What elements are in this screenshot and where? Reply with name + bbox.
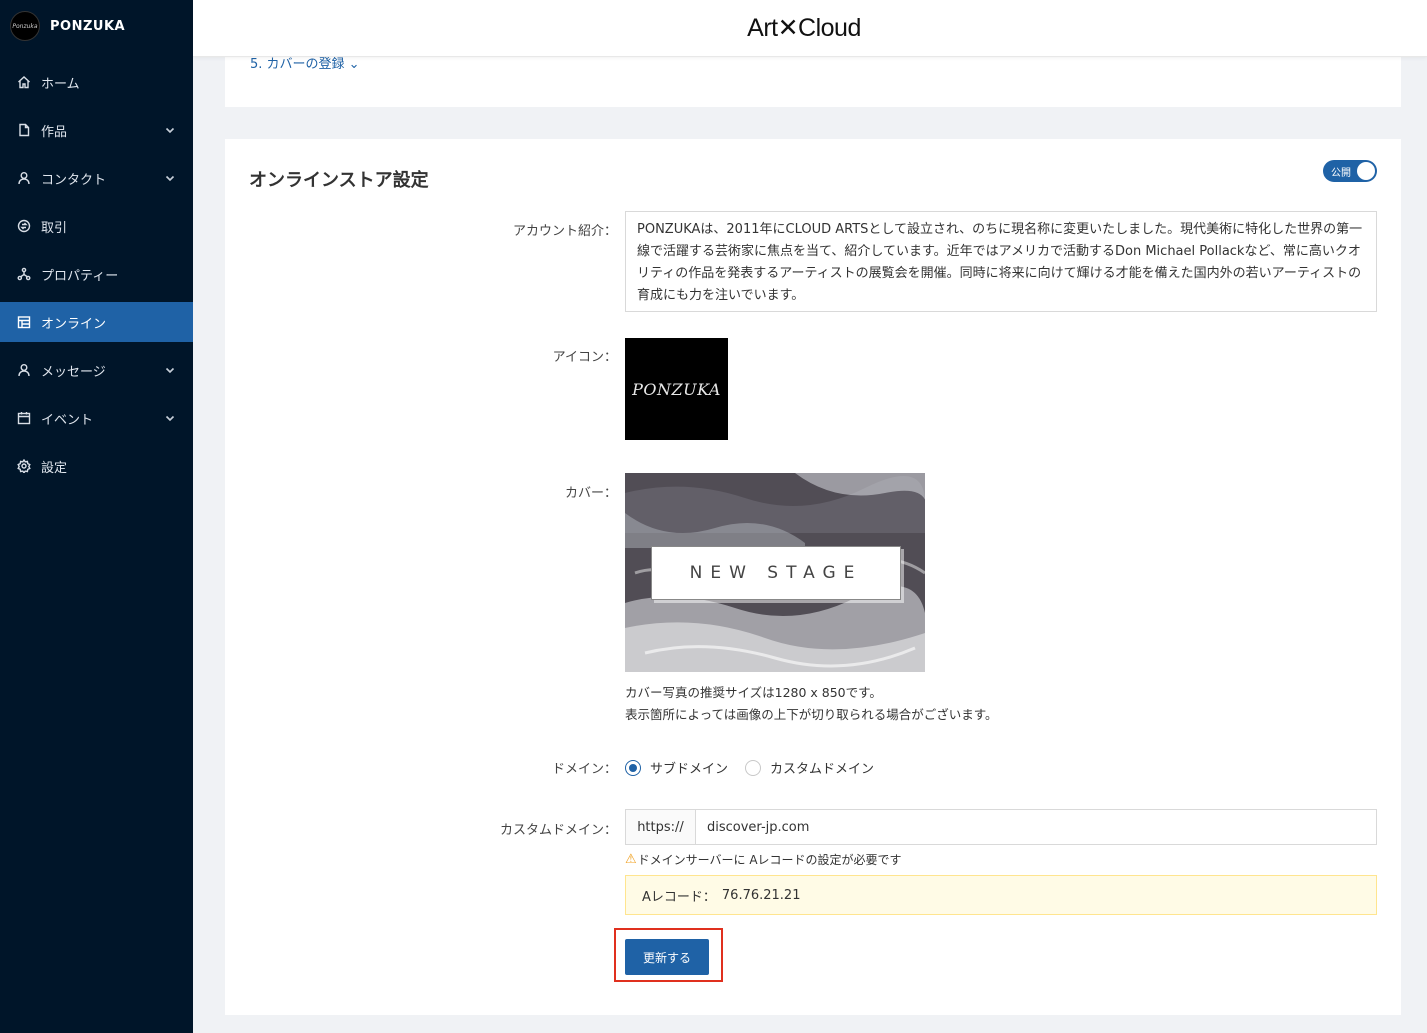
radio-label: サブドメイン (650, 762, 729, 777)
sidebar-item-messages[interactable]: メッセージ (0, 350, 193, 390)
sidebar-item-label: 設定 (41, 460, 68, 476)
store-icon (17, 315, 31, 329)
site-logo[interactable]: Art✕Cloud (747, 13, 861, 43)
gear-icon (17, 459, 31, 473)
previous-section-card: 5. カバーの登録 ⌄ (225, 57, 1401, 107)
home-icon (17, 75, 31, 89)
sidebar-item-label: コンタクト (41, 172, 107, 188)
sidebar-item-events[interactable]: イベント (0, 398, 193, 438)
radio-custom-domain[interactable]: カスタムドメイン (745, 758, 874, 777)
sidebar-item-transactions[interactable]: 取引 (0, 206, 193, 246)
cover-label: カバー： (564, 486, 617, 501)
page-title: オンラインストア設定 (249, 170, 429, 191)
sidebar-item-label: メッセージ (41, 364, 106, 380)
file-icon (17, 123, 31, 137)
domain-warning: ⚠ ドメインサーバーに Aレコードの設定が必要です (625, 851, 902, 868)
brand-logo: Ponzuka (10, 11, 40, 41)
sidebar-item-home[interactable]: ホーム (0, 62, 193, 102)
sidebar-item-label: プロパティー (41, 268, 119, 284)
domain-label: ドメイン： (551, 762, 617, 777)
cover-image[interactable]: NEW STAGE (625, 473, 925, 672)
sidebar-item-label: オンライン (41, 316, 107, 332)
chevron-down-icon (165, 364, 175, 374)
warning-text: ドメインサーバーに Aレコードの設定が必要です (637, 853, 902, 867)
calendar-icon (17, 411, 31, 425)
sidebar-item-label: ホーム (41, 76, 80, 92)
radio-label: カスタムドメイン (770, 762, 875, 777)
toggle-knob (1357, 162, 1375, 180)
brand-name: PONZUKA (50, 18, 126, 34)
sidebar-item-settings[interactable]: 設定 (0, 446, 193, 486)
publish-toggle-label: 公開 (1331, 168, 1351, 179)
brand[interactable]: Ponzuka PONZUKA (0, 0, 193, 52)
radio-subdomain[interactable]: サブドメイン (625, 758, 728, 777)
transaction-icon (17, 219, 31, 233)
a-record-label: Aレコード： (642, 889, 716, 905)
chevron-down-icon (165, 412, 175, 422)
warning-icon: ⚠ (625, 852, 637, 867)
sidebar-item-label: 取引 (41, 220, 68, 236)
sidebar-item-label: 作品 (41, 124, 68, 140)
chevron-down-icon (165, 124, 175, 134)
icon-image-text: PONZUKA (632, 379, 721, 399)
sidebar-item-works[interactable]: 作品 (0, 110, 193, 150)
a-record-value: 76.76.21.21 (721, 887, 801, 903)
sidebar: Ponzuka PONZUKA ホーム 作品 コンタクト 取引 プロパティー オ… (0, 0, 193, 1033)
radio-button[interactable] (625, 759, 641, 776)
publish-toggle[interactable]: 公開 (1323, 160, 1377, 182)
domain-radio-group: サブドメイン カスタムドメイン (625, 758, 891, 777)
sidebar-item-label: イベント (41, 412, 94, 428)
radio-button[interactable] (745, 759, 762, 776)
user-icon (17, 171, 31, 185)
custom-domain-field[interactable]: https:// discover-jp.com (625, 809, 1377, 845)
icon-label: アイコン： (552, 350, 617, 365)
cluster-icon (17, 267, 31, 281)
account-intro-textarea[interactable]: PONZUKAは、2011年にCLOUD ARTSとして設立され、のちに現名称に… (625, 211, 1377, 312)
cover-title-band: NEW STAGE (651, 546, 901, 600)
domain-prefix: https:// (626, 810, 696, 844)
custom-domain-input[interactable]: discover-jp.com (696, 810, 1376, 844)
cover-note-line-1: カバー写真の推奨サイズは1280 x 850です。 (625, 685, 882, 700)
cover-note-line-2: 表示箇所によっては画像の上下が切り取られる場合がございます。 (625, 707, 998, 722)
custom-domain-label: カスタムドメイン： (499, 823, 617, 838)
top-header: Art✕Cloud (193, 0, 1427, 57)
cover-size-note: カバー写真の推奨サイズは1280 x 850です。 表示箇所によっては画像の上下… (625, 682, 998, 726)
store-icon-image[interactable]: PONZUKA (625, 338, 728, 440)
account-intro-label: アカウント紹介： (512, 224, 617, 239)
sidebar-item-property[interactable]: プロパティー (0, 254, 193, 294)
user-icon (17, 363, 31, 377)
chevron-down-icon (165, 172, 175, 182)
online-store-settings-card: オンラインストア設定 公開 アカウント紹介： PONZUKAは、2011年にCL… (225, 139, 1401, 1015)
sidebar-item-contact[interactable]: コンタクト (0, 158, 193, 198)
update-button[interactable]: 更新する (625, 939, 709, 975)
a-record-info: Aレコード： 76.76.21.21 (625, 875, 1377, 915)
sidebar-item-online[interactable]: オンライン (0, 302, 193, 342)
